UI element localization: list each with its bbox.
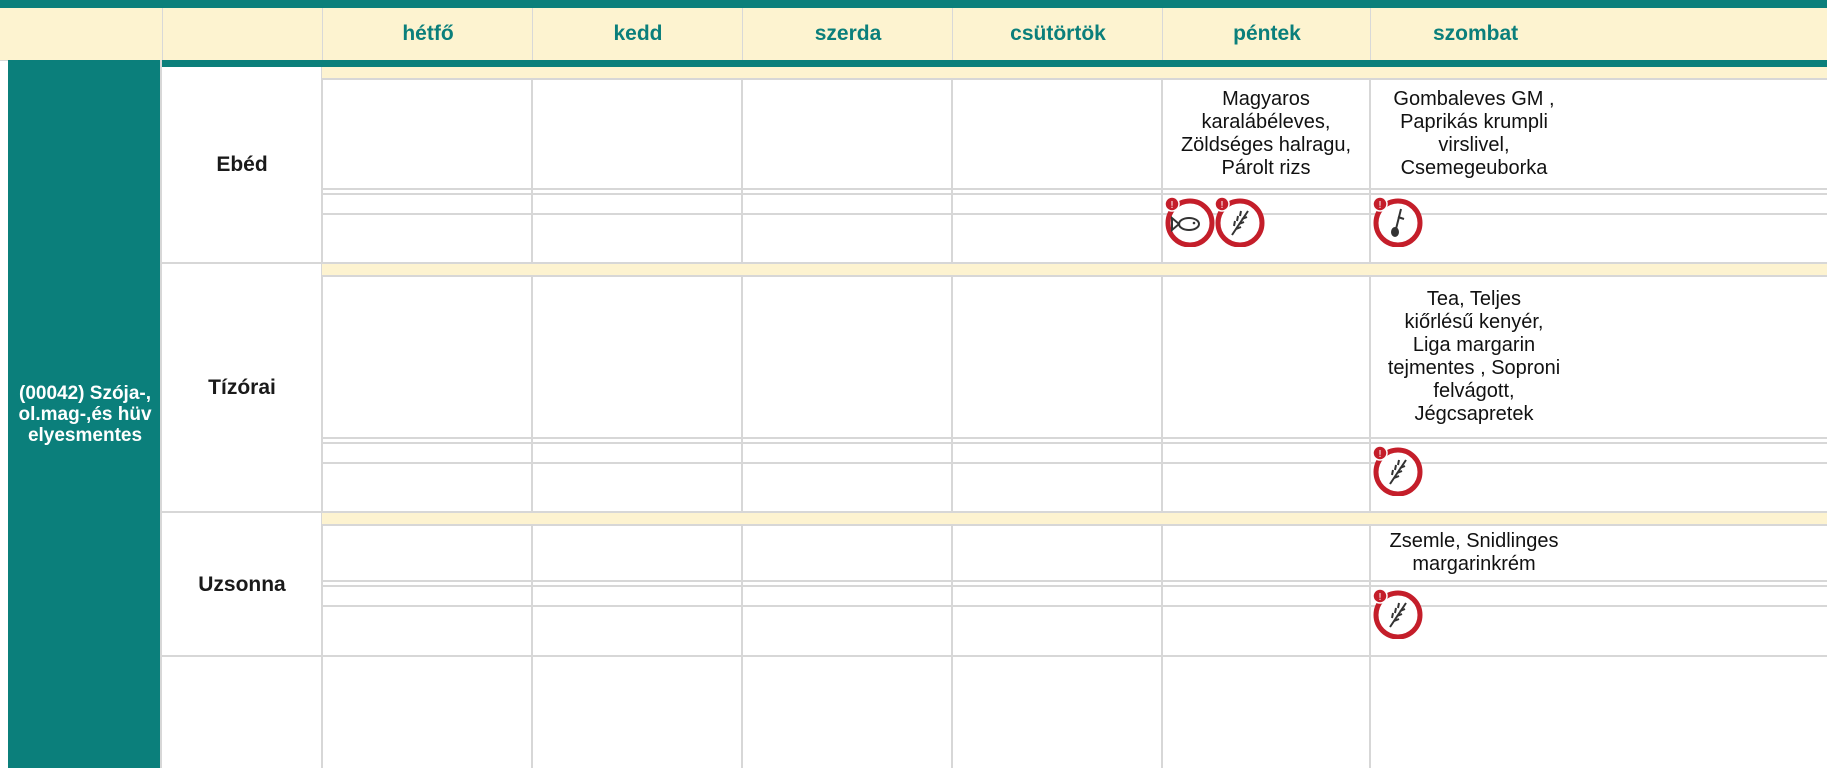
svg-text:!: ! [1170,200,1174,211]
grid-line [322,605,1827,607]
header-underline [162,60,1827,67]
day-header-csutortok: csütörtök [952,8,1163,60]
top-bar [0,0,1827,8]
day-header-szombat: szombat [1370,8,1827,60]
svg-text:!: ! [1220,200,1224,211]
day-header-szerda: szerda [742,8,953,60]
menu-cell-ebed-szombat[interactable]: Gombaleves GM , Paprikás krumpli virsliv… [1370,80,1578,188]
grid-line [322,585,1827,587]
menu-cell-tizorai-szombat[interactable]: Tea, Teljes kiőrlésű kenyér, Liga margar… [1370,277,1578,437]
menu-cell-ebed-pentek[interactable]: Magyaros karalábéleves, Zöldséges halrag… [1162,80,1370,188]
menu-cell-empty[interactable] [952,80,1162,188]
whisk-allergen-icon: ! [1370,195,1424,248]
svg-text:!: ! [1378,592,1382,603]
diet-label-cell: (00042) Szója-,ol.mag-,és hüvelyesmentes [8,60,162,768]
grid-line [322,462,1827,464]
grid-line [322,442,1827,444]
day-header-kedd: kedd [532,8,743,60]
meal-label-tizorai: Tízórai [208,376,276,399]
grid-line [322,188,1827,190]
grid-line [322,213,1827,215]
menu-cell-empty[interactable] [322,80,532,188]
gluten-allergen-icon: ! [1370,587,1424,640]
grid-line [322,193,1827,195]
svg-text:!: ! [1378,449,1382,460]
day-header-row: hétfő kedd szerda csütörtök péntek szomb… [0,8,1827,61]
fish-allergen-icon: ! [1162,195,1216,248]
meal-label-uzsonna: Uzsonna [198,572,286,596]
grid-line [322,524,1827,526]
header-meal-column [162,8,323,60]
menu-cell-uzsonna-szombat[interactable]: Zsemle, Snidlinges margarinkrém [1370,526,1578,580]
menu-cell-empty[interactable] [532,80,742,188]
meal-row-spacer [322,513,1827,524]
grid-line [322,275,1827,277]
menu-cell-empty[interactable] [742,80,952,188]
meal-row-spacer [322,264,1827,275]
gluten-allergen-icon: ! [1212,195,1266,248]
grid-line [162,655,1827,657]
grid-line [322,437,1827,439]
day-header-hetfo: hétfő [322,8,533,60]
day-header-pentek: péntek [1162,8,1371,60]
svg-text:!: ! [1378,200,1382,211]
meal-label-ebed: Ebéd [216,153,268,176]
diet-label: (00042) Szója-,ol.mag-,és hüvelyesmentes [18,382,152,446]
meal-row-spacer [322,67,1827,78]
grid-line [322,580,1827,582]
gluten-allergen-icon: ! [1370,444,1424,497]
